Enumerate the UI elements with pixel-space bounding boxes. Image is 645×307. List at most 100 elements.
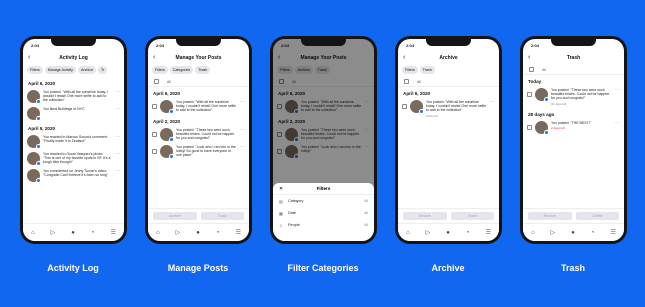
avatar [27, 135, 41, 149]
more-options-icon[interactable]: ··· [240, 145, 245, 150]
more-options-icon[interactable]: ··· [115, 90, 120, 95]
item-checkbox[interactable] [527, 92, 532, 97]
activity-item[interactable]: You reacted to Oscar Vasquez's photo: "T… [23, 150, 124, 167]
avatar [410, 100, 424, 114]
avatar [27, 169, 41, 183]
activity-item[interactable]: You liked Buildings of NYC ··· [23, 105, 124, 122]
item-checkbox[interactable] [152, 149, 157, 154]
bell-icon[interactable]: ◔ [466, 230, 470, 236]
select-all-checkbox[interactable] [404, 79, 409, 84]
more-options-icon[interactable]: ··· [115, 107, 120, 112]
video-icon[interactable]: ▷ [551, 229, 556, 236]
menu-icon[interactable]: ☰ [111, 229, 116, 236]
chip-button[interactable]: Filters [402, 66, 418, 74]
bell-icon[interactable]: ◔ [91, 230, 95, 236]
activity-item[interactable]: You posted: "With all the sunshine today… [398, 98, 499, 120]
activity-text: You reacted to Oscar Vasquez's photo: "T… [43, 152, 111, 165]
chip-button[interactable]: Filters [27, 66, 43, 74]
item-checkbox[interactable] [402, 104, 407, 109]
people-icon: ☺ [279, 222, 284, 228]
item-checkbox[interactable] [527, 124, 532, 130]
more-options-icon[interactable]: ··· [115, 135, 120, 140]
more-options-icon[interactable]: ··· [615, 120, 620, 126]
menu-icon[interactable]: ☰ [486, 229, 491, 236]
activity-text-block: You posted: "With all the sunshine today… [426, 100, 487, 118]
chip-button[interactable]: Categories [169, 66, 194, 74]
home-icon[interactable]: ⌂ [406, 230, 410, 236]
avatar [535, 88, 549, 102]
bulk-action-button[interactable]: Delete [575, 212, 619, 220]
chip-button[interactable]: Trash [419, 66, 435, 74]
select-all-checkbox[interactable] [154, 79, 159, 84]
bulk-action-button[interactable]: Trash [450, 212, 494, 220]
video-icon[interactable]: ▷ [176, 229, 181, 236]
calendar-icon: ▦ [279, 210, 283, 216]
more-options-icon[interactable]: ··· [115, 152, 120, 157]
activity-text-block: You posted: "THE BEST!" 2 days left [551, 121, 612, 130]
filter-row[interactable]: ☺ People All [273, 219, 374, 231]
more-options-icon[interactable]: ··· [490, 100, 495, 105]
phone-caption: Manage Posts [167, 263, 229, 273]
home-icon[interactable]: ⌂ [156, 230, 160, 236]
select-all-row[interactable]: All [523, 65, 624, 75]
select-all-checkbox[interactable] [529, 67, 534, 72]
bulk-action-button[interactable]: Trash [200, 212, 244, 220]
filter-label: Date [288, 211, 297, 215]
date-heading: April 6, 2020 [403, 91, 431, 96]
home-icon[interactable]: ⌂ [31, 230, 35, 236]
filter-sheet: ✕ Filters ▤ Category All ▦ Date All ☺ People All [273, 183, 374, 241]
filter-label: People [288, 223, 300, 227]
home-icon[interactable]: ⌂ [531, 230, 535, 236]
bulk-action-button[interactable]: Restore [403, 212, 447, 220]
item-checkbox[interactable] [152, 132, 157, 137]
bell-icon[interactable]: ◔ [216, 230, 220, 236]
select-all-row[interactable]: All [398, 77, 499, 87]
back-arrow-icon[interactable]: ‹ [153, 51, 155, 65]
select-all-row[interactable]: All [148, 77, 249, 87]
chip-button[interactable]: Filters [152, 66, 168, 74]
filter-row[interactable]: ▤ Category All [273, 195, 374, 207]
more-options-icon[interactable]: ··· [115, 169, 120, 174]
chip-button[interactable]: Trash [195, 66, 211, 74]
phone-frame: 2:04 ‹ Trash All Today You posted: "These two… [520, 36, 627, 244]
menu-icon[interactable]: ☰ [611, 229, 616, 236]
bulk-action-button[interactable]: Archive [153, 212, 197, 220]
back-arrow-icon[interactable]: ‹ [528, 51, 530, 65]
date-heading: April 6, 2020 [153, 91, 181, 96]
activity-item[interactable]: You posted: "These two were such beautif… [523, 86, 624, 108]
close-icon[interactable]: ✕ [279, 183, 283, 195]
profile-icon[interactable]: ● [196, 230, 200, 236]
activity-text: You posted: "These two were such beautif… [176, 128, 235, 141]
chip-button[interactable]: Archive [77, 66, 96, 74]
video-icon[interactable]: ▷ [51, 229, 56, 236]
chip-button[interactable]: Manage Activity [44, 66, 76, 74]
back-arrow-icon[interactable]: ‹ [28, 51, 30, 65]
phone-screen: 2:04 ‹ Archive Filters Trash All April 6, 2020… [398, 39, 499, 241]
activity-item[interactable]: You posted: "Look who I ran into in the … [148, 143, 249, 160]
chip-button[interactable]: Tr [97, 66, 108, 74]
video-icon[interactable]: ▷ [426, 229, 431, 236]
more-options-icon[interactable]: ··· [240, 100, 245, 105]
activity-item[interactable]: You reacted to Marcus Souza's comment: "… [23, 133, 124, 150]
bulk-action-button[interactable]: Restore [528, 212, 572, 220]
bell-icon[interactable]: ◔ [591, 230, 595, 236]
profile-icon[interactable]: ● [571, 230, 575, 236]
activity-badge-icon [544, 129, 549, 135]
more-options-icon[interactable]: ··· [615, 88, 620, 93]
activity-item[interactable]: You posted: "With all the sunshine today… [23, 88, 124, 105]
more-options-icon[interactable]: ··· [240, 128, 245, 133]
item-checkbox[interactable] [152, 104, 157, 109]
back-arrow-icon[interactable]: ‹ [403, 51, 405, 65]
activity-item[interactable]: You posted: "THE BEST!" 2 days left ··· [523, 119, 624, 136]
profile-icon[interactable]: ● [446, 230, 450, 236]
activity-item[interactable]: You commented on Jenny Turner's video: "… [23, 167, 124, 184]
profile-icon[interactable]: ● [71, 230, 75, 236]
phone-notch [551, 39, 596, 46]
sheet-title: Filters [316, 186, 331, 191]
menu-icon[interactable]: ☰ [236, 229, 241, 236]
activity-meta: 2 days left [551, 126, 565, 131]
activity-item[interactable]: You posted: "With all the sunshine today… [148, 98, 249, 115]
activity-item[interactable]: You posted: "These two were such beautif… [148, 126, 249, 143]
filter-row[interactable]: ▦ Date All [273, 207, 374, 219]
avatar [27, 152, 41, 166]
